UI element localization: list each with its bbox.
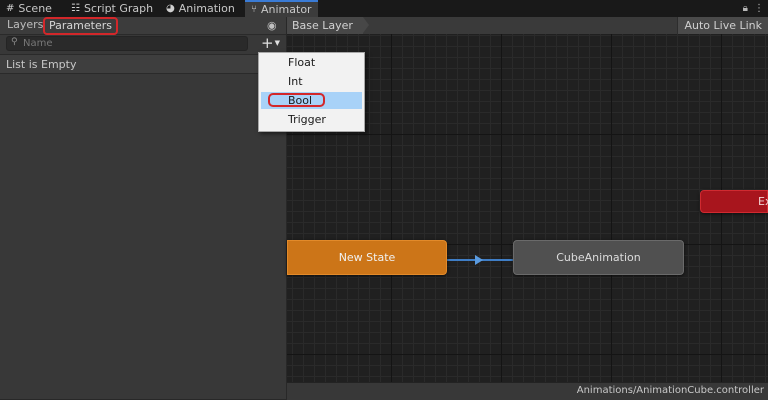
graph-toolbar: ◉ Base Layer Auto Live Link	[267, 17, 768, 35]
tab-script-graph[interactable]: ☷ Script Graph	[71, 0, 153, 17]
parameter-type-dropdown: Float Int Bool Trigger	[258, 52, 365, 132]
search-input[interactable]	[23, 37, 243, 50]
state-label: New State	[338, 251, 396, 264]
plus-icon: +	[261, 33, 274, 52]
hierarchy-icon: ☷	[71, 3, 80, 14]
state-node-new-state[interactable]: New State	[287, 240, 447, 275]
auto-live-link-label: Auto Live Link	[684, 19, 762, 32]
tab-animator-label: Animator	[261, 3, 312, 16]
menu-item-int[interactable]: Int	[261, 73, 362, 90]
search-icon: ⚲	[11, 37, 18, 47]
auto-live-link-button[interactable]: Auto Live Link	[677, 17, 768, 34]
status-bar: Animations/AnimationCube.controller	[287, 382, 768, 400]
breadcrumb-label: Base Layer	[292, 19, 353, 32]
search-field[interactable]: ⚲	[6, 36, 248, 51]
tab-animation[interactable]: ◕ Animation	[166, 0, 235, 17]
menu-item-float[interactable]: Float	[261, 54, 362, 71]
kebab-menu-icon[interactable]: ⋮	[754, 3, 764, 14]
parameter-list: List is Empty	[0, 55, 286, 73]
parameters-panel: Layers Parameters ⚲ +▼ List is Empty	[0, 17, 286, 399]
menu-item-bool[interactable]: Bool	[261, 92, 362, 109]
breadcrumb-arrow	[363, 17, 369, 33]
panel-tabs: Layers Parameters	[0, 17, 286, 35]
dropdown-arrow-icon: ▼	[274, 38, 280, 47]
divider	[0, 73, 286, 74]
window-tab-bar: # Scene ☷ Script Graph ◕ Animation ⑂ Ani…	[0, 0, 768, 17]
tab-animator[interactable]: ⑂ Animator	[245, 0, 318, 17]
state-node-exit[interactable]: Ex	[700, 190, 768, 213]
animator-icon: ⑂	[251, 4, 257, 15]
tab-scene-label: Scene	[18, 2, 52, 15]
empty-list-text: List is Empty	[6, 58, 77, 71]
tab-parameters[interactable]: Parameters	[43, 17, 118, 35]
controller-path: Animations/AnimationCube.controller	[576, 385, 764, 396]
tab-options[interactable]: 🔒︎ ⋮	[743, 0, 764, 17]
tab-script-graph-label: Script Graph	[83, 2, 154, 15]
tab-animation-label: Animation	[178, 2, 235, 15]
grid-icon: #	[6, 3, 15, 14]
breadcrumb[interactable]: Base Layer	[287, 17, 363, 34]
play-circle-icon: ◕	[166, 3, 175, 14]
tab-layers[interactable]: Layers	[7, 18, 43, 31]
transition-arrow-icon[interactable]	[475, 255, 483, 265]
tab-scene[interactable]: # Scene	[6, 0, 52, 17]
state-node-cube-animation[interactable]: CubeAnimation	[513, 240, 684, 275]
state-label: Ex	[758, 195, 768, 208]
eye-icon[interactable]: ◉	[267, 19, 277, 32]
state-label: CubeAnimation	[556, 251, 641, 264]
lock-icon[interactable]: 🔒︎	[743, 3, 748, 14]
highlight-box	[268, 93, 325, 107]
add-parameter-button[interactable]: + ▼	[256, 33, 285, 52]
menu-item-trigger[interactable]: Trigger	[261, 111, 362, 128]
